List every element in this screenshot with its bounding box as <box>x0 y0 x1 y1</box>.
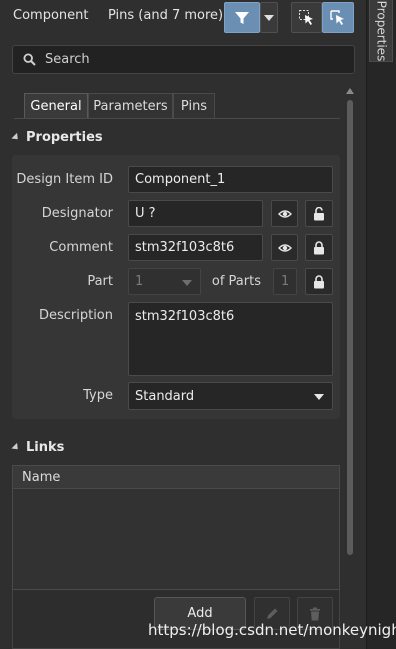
watermark-text: https://blog.csdn.net/monkeynight <box>148 621 396 639</box>
designator-field[interactable]: U ? <box>128 200 263 227</box>
tab-pins[interactable]: Pins <box>173 93 215 118</box>
lock-icon <box>314 240 324 254</box>
tab-parameters[interactable]: Parameters <box>88 93 173 118</box>
lock-icon <box>314 274 324 288</box>
part-label: Part <box>87 274 113 289</box>
trash-icon <box>310 607 320 620</box>
chevron-down-icon <box>314 394 324 400</box>
chevron-down-icon <box>264 14 274 21</box>
description-field[interactable]: stm32f103c8t6 <box>128 302 333 376</box>
part-value: 1 <box>135 274 144 289</box>
comment-lock-button[interactable] <box>305 234 333 261</box>
design-item-id-label: Design Item ID <box>16 172 113 187</box>
pencil-icon <box>267 608 278 619</box>
scroll-up-icon[interactable] <box>346 88 354 94</box>
type-select[interactable]: Standard <box>128 382 333 410</box>
select-mode-active-button[interactable] <box>322 2 354 33</box>
side-tab-strip <box>366 0 396 649</box>
links-section-header[interactable]: Links <box>11 440 65 455</box>
panel-title: Component <box>13 8 89 23</box>
search-icon <box>23 53 36 66</box>
search-placeholder: Search <box>45 52 90 67</box>
comment-label: Comment <box>49 240 113 255</box>
filter-icon <box>235 11 249 24</box>
designator-label: Designator <box>41 206 113 221</box>
design-item-id-field[interactable]: Component_1 <box>128 166 333 193</box>
select-cursor-icon <box>298 9 313 25</box>
part-lock-button[interactable] <box>305 268 333 295</box>
type-value: Standard <box>135 388 195 404</box>
parts-total-field: 1 <box>273 268 297 295</box>
filter-summary: Pins (and 7 more) <box>108 8 224 23</box>
links-section-title: Links <box>26 440 65 455</box>
side-tab-properties[interactable]: Properties <box>369 0 393 62</box>
links-column-name[interactable]: Name <box>13 466 339 489</box>
of-parts-label: of Parts <box>211 274 261 289</box>
chevron-down-icon <box>182 280 192 286</box>
properties-section-header[interactable]: Properties <box>11 130 103 145</box>
description-label: Description <box>38 308 113 323</box>
properties-section-title: Properties <box>26 130 103 145</box>
filter-button[interactable] <box>224 2 260 33</box>
tab-divider <box>14 118 340 119</box>
scrollbar-thumb[interactable] <box>347 100 353 555</box>
select-cursor-icon <box>330 9 344 25</box>
collapse-triangle-icon <box>11 132 21 143</box>
side-tab-label: Properties <box>374 0 388 61</box>
tab-general[interactable]: General <box>24 93 88 118</box>
designator-visibility-button[interactable] <box>271 200 298 227</box>
eye-icon <box>277 243 292 252</box>
search-input[interactable]: Search <box>12 45 355 74</box>
select-mode-button[interactable] <box>291 2 322 33</box>
unlock-icon <box>314 206 324 220</box>
type-label: Type <box>83 388 113 403</box>
part-select: 1 <box>128 268 201 295</box>
filter-dropdown-button[interactable] <box>260 2 278 33</box>
designator-lock-button[interactable] <box>305 200 333 227</box>
comment-visibility-button[interactable] <box>271 234 298 261</box>
collapse-triangle-icon <box>11 442 21 453</box>
eye-icon <box>277 209 292 218</box>
comment-field[interactable]: stm32f103c8t6 <box>128 234 263 261</box>
